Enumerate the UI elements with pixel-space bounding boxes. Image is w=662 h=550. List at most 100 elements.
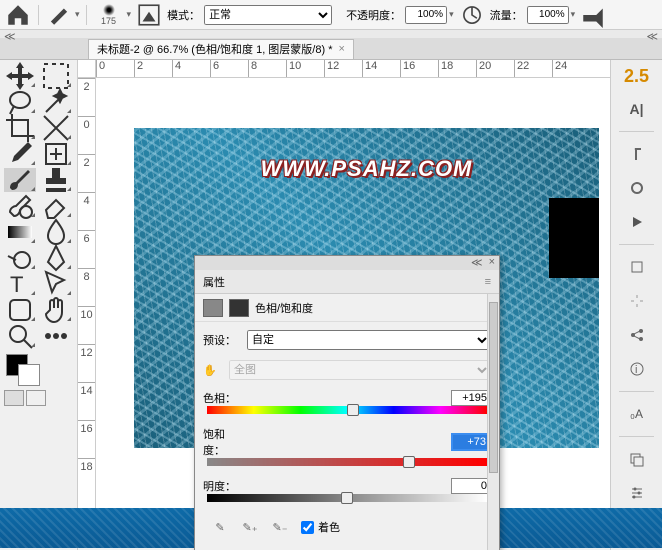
blur-tool[interactable] [40, 220, 72, 244]
svg-text:T: T [10, 272, 23, 297]
image-dark-region [549, 198, 599, 278]
brush-preview[interactable]: 175 [93, 4, 125, 26]
adjustment-header: 色相/饱和度 [195, 294, 499, 322]
mask-icon[interactable] [229, 299, 249, 317]
wand-tool[interactable] [40, 90, 72, 114]
chevron-down-icon[interactable]: ▾ [449, 9, 454, 20]
pen-tool[interactable] [40, 246, 72, 270]
options-bar: ▾ 175 ▾ 模式： 正常 不透明度： ▾ 流量： ▾ [0, 0, 662, 30]
flow-input[interactable] [527, 6, 569, 24]
loading-icon[interactable] [623, 289, 651, 313]
preset-select[interactable]: 自定 [247, 330, 491, 350]
heal-tool[interactable] [40, 142, 72, 166]
move-tool[interactable] [4, 64, 36, 88]
quick-mask-toggle[interactable] [4, 390, 73, 406]
info-panel-icon[interactable]: i [623, 357, 651, 381]
document-tab-bar: 未标题-2 @ 66.7% (色相/饱和度 1, 图层蒙版/8) * × [0, 38, 662, 60]
eyedropper-plus-icon[interactable]: ✎₊ [241, 518, 259, 536]
properties-title: 属性 [203, 274, 225, 290]
standard-mode-icon[interactable] [4, 390, 24, 406]
scrollbar-thumb[interactable] [489, 302, 498, 473]
eyedropper-minus-icon[interactable]: ✎₋ [271, 518, 289, 536]
preset-label: 预设： [203, 332, 241, 348]
glyph-panel-icon[interactable]: ₀A [623, 402, 651, 426]
airbrush-button[interactable] [579, 3, 607, 27]
more-tools[interactable] [40, 324, 72, 348]
chevron-down-icon[interactable]: ▾ [75, 9, 80, 20]
hand-icon[interactable]: ✋ [203, 364, 223, 377]
dodge-tool[interactable] [4, 246, 36, 270]
panel-header[interactable]: ≪ × [195, 256, 499, 270]
channel-select[interactable]: 全图 [229, 360, 491, 380]
chevron-down-icon[interactable]: ▾ [571, 9, 576, 20]
slider-handle[interactable] [403, 456, 415, 468]
lasso-tool[interactable] [4, 90, 36, 114]
document-tab[interactable]: 未标题-2 @ 66.7% (色相/饱和度 1, 图层蒙版/8) * × [88, 39, 354, 59]
svg-text:i: i [635, 364, 637, 376]
collapse-icon[interactable]: ≪ [471, 256, 483, 270]
stamp-tool[interactable] [40, 168, 72, 192]
colorize-label: 着色 [318, 519, 340, 535]
share-icon[interactable] [623, 323, 651, 347]
eyedropper-icon[interactable]: ✎ [211, 518, 229, 536]
hand-tool[interactable] [40, 298, 72, 322]
marquee-tool[interactable] [40, 64, 72, 88]
lightness-label: 明度： [203, 478, 241, 494]
blend-mode-select[interactable]: 正常 [204, 5, 332, 25]
brush-panel-button[interactable] [135, 3, 163, 27]
ruler-origin[interactable] [78, 60, 96, 78]
ruler-vertical[interactable]: 2024681012141618 [78, 78, 96, 550]
color-swatches[interactable] [4, 354, 73, 386]
adjustment-icon [203, 299, 223, 317]
ruler-horizontal[interactable]: 024681012141618202224 [96, 60, 610, 78]
saturation-label: 饱和度： [203, 426, 241, 458]
close-icon[interactable]: × [338, 43, 344, 55]
lightness-slider[interactable] [207, 494, 487, 504]
slider-handle[interactable] [347, 404, 359, 416]
chevron-down-icon[interactable]: ▾ [127, 9, 132, 20]
paragraph-panel-icon[interactable] [623, 142, 651, 166]
collapse-left-icon[interactable]: ≪ [4, 30, 16, 38]
zoom-tool[interactable] [4, 324, 36, 348]
lightness-input[interactable] [451, 478, 491, 494]
gradient-tool[interactable] [4, 220, 36, 244]
properties-tab[interactable]: 属性 ≡ [195, 270, 499, 294]
background-swatch[interactable] [18, 364, 40, 386]
slice-tool[interactable] [40, 116, 72, 140]
character-panel-icon[interactable]: A| [623, 97, 651, 121]
slider-handle[interactable] [341, 492, 353, 504]
menu-icon[interactable]: ≡ [485, 276, 491, 288]
tool-preset-icon[interactable] [45, 3, 73, 27]
colorize-input[interactable] [301, 521, 314, 534]
quick-mask-icon[interactable] [26, 390, 46, 406]
properties-panel: ≪ × 属性 ≡ 色相/饱和度 预设： 自定 ✋ 全图 [194, 255, 500, 550]
brush-tool[interactable] [4, 168, 36, 192]
brush-size-label: 175 [101, 16, 116, 26]
hue-slider[interactable] [207, 406, 487, 416]
colorize-checkbox[interactable]: 着色 [301, 519, 340, 535]
opacity-input[interactable] [405, 6, 447, 24]
main-area: T 024681012141618202224 2024681012141618… [0, 60, 662, 550]
hue-input[interactable] [451, 390, 491, 406]
tab-title: 未标题-2 @ 66.7% (色相/饱和度 1, 图层蒙版/8) * [97, 41, 332, 57]
type-tool[interactable]: T [4, 272, 36, 296]
home-button[interactable] [4, 3, 32, 27]
stroke-width-value[interactable]: 2.5 [624, 66, 649, 87]
eraser-tool[interactable] [40, 194, 72, 218]
saturation-slider[interactable] [207, 458, 487, 468]
collapse-right-icon[interactable]: ≪ [646, 30, 658, 38]
panel-scrollbar[interactable] [487, 294, 499, 550]
sync-icon[interactable] [623, 176, 651, 200]
crop-tool[interactable] [4, 116, 36, 140]
play-icon[interactable] [623, 210, 651, 234]
eyedropper-tool[interactable] [4, 142, 36, 166]
history-brush-tool[interactable] [4, 194, 36, 218]
adjustments-panel-icon[interactable] [623, 481, 651, 505]
pressure-opacity-button[interactable] [458, 3, 486, 27]
path-select-tool[interactable] [40, 272, 72, 296]
history-panel-icon[interactable] [623, 255, 651, 279]
saturation-input[interactable] [451, 433, 491, 451]
layers-panel-icon[interactable] [623, 447, 651, 471]
close-icon[interactable]: × [489, 256, 495, 270]
shape-tool[interactable] [4, 298, 36, 322]
